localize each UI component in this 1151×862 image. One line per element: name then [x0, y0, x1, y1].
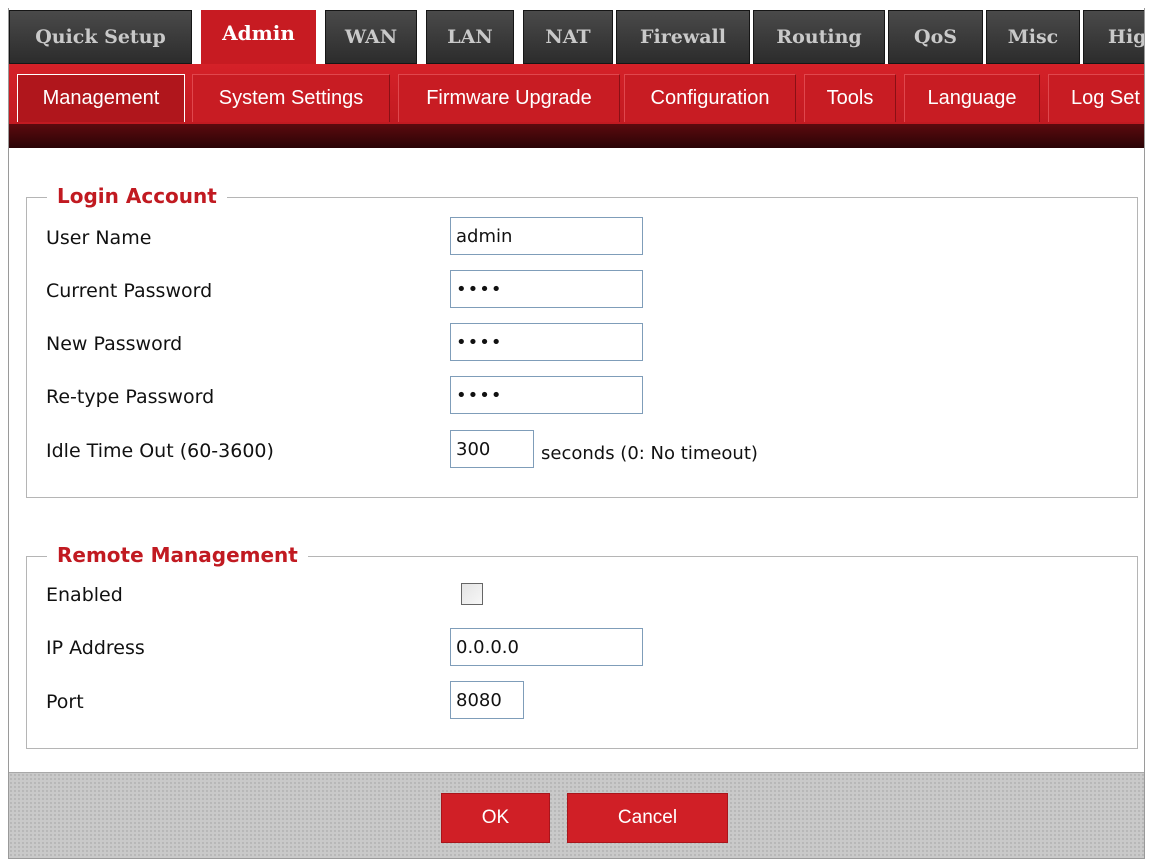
tab-admin[interactable]: Admin [201, 10, 316, 64]
ip-address-label: IP Address [46, 637, 145, 659]
remote-management-legend: Remote Management [47, 543, 308, 567]
tab-high[interactable]: Hig [1083, 10, 1144, 64]
subtab-system-settings[interactable]: System Settings [192, 74, 390, 122]
new-password-input[interactable] [450, 323, 643, 361]
user-name-label: User Name [46, 227, 152, 249]
subtab-configuration[interactable]: Configuration [624, 74, 796, 122]
retype-password-label: Re-type Password [46, 386, 215, 408]
ok-button[interactable]: OK [441, 793, 550, 843]
current-password-label: Current Password [46, 280, 213, 302]
tab-routing[interactable]: Routing [753, 10, 885, 64]
tab-quick-setup[interactable]: Quick Setup [9, 10, 192, 64]
retype-password-input[interactable] [450, 376, 643, 414]
port-input[interactable] [450, 681, 524, 719]
action-footer: OK Cancel [9, 772, 1144, 858]
tab-lan[interactable]: LAN [426, 10, 514, 64]
tab-wan[interactable]: WAN [325, 10, 417, 64]
port-label: Port [46, 691, 84, 713]
remote-management-group: Remote Management Enabled IP Address Por… [26, 543, 1138, 749]
router-admin-page: Quick Setup Admin WAN LAN NAT Firewall R… [8, 8, 1145, 859]
subtab-tools[interactable]: Tools [804, 74, 896, 122]
ip-address-input[interactable] [450, 628, 643, 666]
subtab-management[interactable]: Management [17, 74, 185, 122]
tab-nat[interactable]: NAT [523, 10, 613, 64]
tab-misc[interactable]: Misc [986, 10, 1080, 64]
sub-nav-shade [9, 124, 1144, 148]
top-nav-bar: Quick Setup Admin WAN LAN NAT Firewall R… [9, 8, 1144, 64]
tab-firewall[interactable]: Firewall [616, 10, 750, 64]
cancel-button[interactable]: Cancel [567, 793, 728, 843]
subtab-firmware-upgrade[interactable]: Firmware Upgrade [398, 74, 620, 122]
remote-enabled-checkbox[interactable] [461, 583, 483, 605]
tab-qos[interactable]: QoS [888, 10, 983, 64]
login-account-group: Login Account User Name Current Password… [26, 184, 1138, 498]
subtab-language[interactable]: Language [904, 74, 1040, 122]
new-password-label: New Password [46, 333, 183, 355]
idle-timeout-suffix: seconds (0: No timeout) [541, 443, 758, 464]
subtab-log-settings[interactable]: Log Set [1048, 74, 1144, 122]
enabled-label: Enabled [46, 584, 123, 606]
login-account-legend: Login Account [47, 184, 227, 208]
sub-nav-bar: Management System Settings Firmware Upgr… [9, 64, 1144, 148]
user-name-input[interactable] [450, 217, 643, 255]
idle-timeout-input[interactable] [450, 430, 534, 468]
current-password-input[interactable] [450, 270, 643, 308]
idle-timeout-label: Idle Time Out (60-3600) [46, 440, 274, 462]
